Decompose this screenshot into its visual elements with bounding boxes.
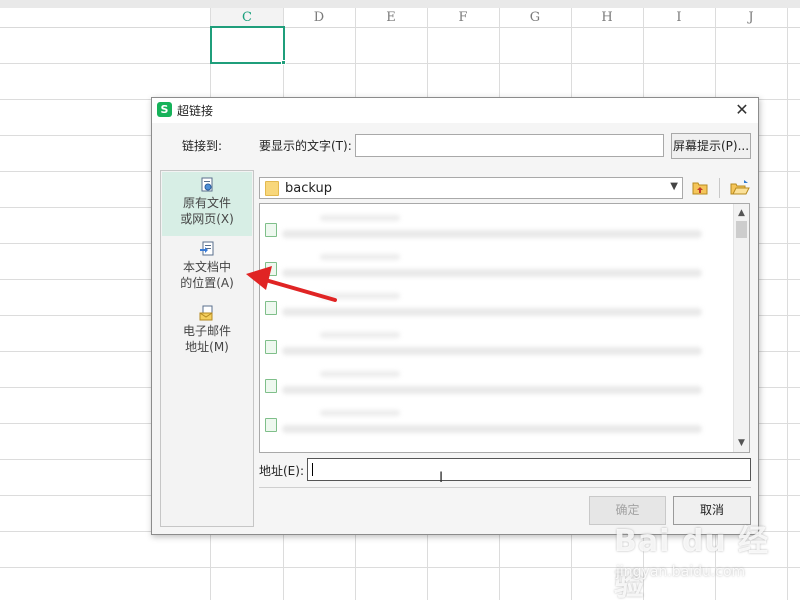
scroll-down-icon[interactable]: ▼ <box>734 436 749 450</box>
display-text-label: 要显示的文字(T): <box>259 139 352 153</box>
folder-icon <box>265 181 279 196</box>
divider <box>259 487 751 488</box>
list-item[interactable] <box>260 254 722 281</box>
current-folder-name: backup <box>285 181 332 196</box>
screen-tip-button[interactable]: 屏幕提示(P)... <box>671 133 751 159</box>
look-in-dropdown[interactable]: backup ▼ <box>259 177 683 199</box>
list-item[interactable] <box>260 215 722 242</box>
list-item[interactable] <box>260 371 722 398</box>
nav-item-email-address[interactable]: 电子邮件 地址(M) <box>162 300 252 364</box>
nav-label-line1: 原有文件 <box>182 196 231 210</box>
file-icon <box>265 301 277 315</box>
blurred-filename <box>282 386 702 394</box>
column-header-g[interactable]: G <box>499 8 571 28</box>
list-item[interactable] <box>260 293 722 320</box>
blurred-filename <box>282 230 702 238</box>
link-to-label: 链接到: <box>182 139 223 153</box>
hyperlink-dialog: S 超链接 ✕ 链接到: 要显示的文字(T): 屏幕提示(P)... 原有文件 … <box>151 97 759 535</box>
grid-line <box>0 63 800 64</box>
column-header-i[interactable]: I <box>643 8 715 28</box>
file-icon <box>265 418 277 432</box>
vertical-scrollbar[interactable]: ▲ ▼ <box>733 204 749 452</box>
blurred-filename <box>320 254 400 260</box>
column-header-row: C D E F G H I J <box>0 8 800 28</box>
watermark-logo: Bai du 经验 <box>614 524 770 600</box>
dialog-titlebar[interactable]: S 超链接 ✕ <box>152 98 758 123</box>
column-header-d[interactable]: D <box>283 8 355 28</box>
app-logo-icon: S <box>157 102 172 117</box>
link-type-panel: 原有文件 或网页(X) 本文档中 的位置(A) 电子邮件 地址(M) <box>160 170 254 527</box>
column-header-h[interactable]: H <box>571 8 643 28</box>
nav-label-line1: 本文档中 <box>182 260 231 274</box>
blurred-filename <box>320 215 400 221</box>
text-caret <box>312 463 313 476</box>
column-header-c[interactable]: C <box>211 8 283 28</box>
nav-item-place-in-document[interactable]: 本文档中 的位置(A) <box>162 236 252 300</box>
selected-cell[interactable] <box>210 26 285 64</box>
grid-line <box>787 8 788 600</box>
file-list[interactable]: ▲ ▼ <box>259 203 750 453</box>
email-icon <box>199 305 213 321</box>
blurred-filename <box>282 308 702 316</box>
column-header-j[interactable]: J <box>715 8 787 28</box>
nav-label-line2: 地址(M) <box>185 340 229 354</box>
scroll-up-icon[interactable]: ▲ <box>734 206 749 220</box>
toolbar-separator <box>719 178 720 198</box>
up-one-folder-icon[interactable] <box>690 178 710 198</box>
nav-label-line2: 或网页(X) <box>180 212 234 226</box>
close-button[interactable]: ✕ <box>732 100 752 120</box>
scroll-thumb[interactable] <box>736 221 747 238</box>
dialog-title: 超链接 <box>177 104 214 118</box>
blurred-filename <box>282 425 702 433</box>
display-text-input[interactable] <box>355 134 664 157</box>
column-header-e[interactable]: E <box>355 8 427 28</box>
ibeam-cursor-icon: I <box>439 470 444 486</box>
nav-item-existing-file[interactable]: 原有文件 或网页(X) <box>162 172 252 236</box>
file-icon <box>265 340 277 354</box>
document-place-icon <box>200 241 214 256</box>
fill-handle[interactable] <box>281 60 286 65</box>
blurred-filename <box>320 410 400 416</box>
watermark-url: jingyan.baidu.com <box>616 564 746 580</box>
list-item[interactable] <box>260 332 722 359</box>
browse-folder-icon[interactable] <box>729 178 751 198</box>
blurred-filename <box>320 332 400 338</box>
toolbar-strip <box>0 0 800 8</box>
address-label: 地址(E): <box>259 464 304 478</box>
blurred-filename <box>282 347 702 355</box>
chevron-down-icon[interactable]: ▼ <box>670 181 678 192</box>
file-icon <box>265 223 277 237</box>
file-icon <box>265 262 277 276</box>
blurred-filename <box>320 371 400 377</box>
list-item[interactable] <box>260 410 722 437</box>
nav-label-line1: 电子邮件 <box>182 324 231 338</box>
file-icon <box>201 177 213 192</box>
address-input[interactable] <box>307 458 751 481</box>
nav-label-line2: 的位置(A) <box>180 276 234 290</box>
blurred-filename <box>282 269 702 277</box>
column-header-f[interactable]: F <box>427 8 499 28</box>
blurred-filename <box>320 293 400 299</box>
file-icon <box>265 379 277 393</box>
watermark: Bai du 经验 jingyan.baidu.com <box>612 514 792 600</box>
